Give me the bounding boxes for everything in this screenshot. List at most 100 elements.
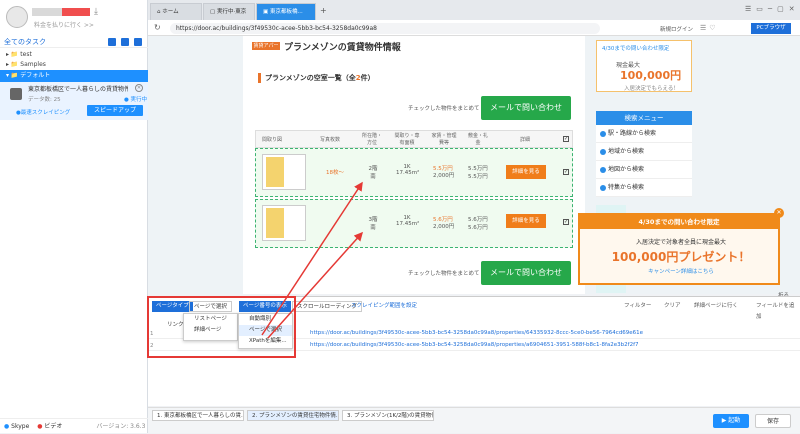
video-link[interactable]: ビデオ [44, 423, 62, 430]
scrape-range-link[interactable]: スクレイピング範囲を設定 [347, 301, 421, 312]
task-status: ● 実行中 [124, 97, 148, 103]
col-header: 敷金・礼金 [468, 133, 489, 146]
area-icon [600, 149, 606, 155]
search-by-area[interactable]: 地域から検索 [596, 143, 692, 161]
new-tab-icon[interactable]: + [320, 6, 327, 15]
pc-browser-button[interactable]: PCブラウザ [751, 23, 791, 34]
account-badge [62, 8, 90, 16]
campaign-link[interactable]: キャンペーン詳細はこちら [586, 267, 776, 275]
tab-home[interactable]: ⌂ ホーム [150, 3, 202, 20]
tab-label: 東京都板橋... [269, 9, 303, 15]
folder-default[interactable]: ▾ 📁 デフォルト [0, 70, 148, 82]
version-label: バージョン: 3.6.3 [96, 423, 146, 430]
search-by-station[interactable]: 駅・路線から検索 [596, 125, 692, 143]
task-close-icon[interactable]: ✕ [135, 84, 143, 92]
col-header: 間取り・専有面積 [394, 133, 420, 146]
folder-label: デフォルト [20, 72, 51, 79]
floor-direction: 3階 南 [368, 217, 378, 231]
col-header: 詳細 [520, 137, 531, 143]
task-name: 東京都板橋区で一人暮らしの賃貸物件一覧... [28, 86, 128, 93]
check-note: チェックした物件をまとめて [408, 106, 480, 112]
train-icon [600, 131, 606, 137]
campaign-text: 入居決定で対象者全員に現金最大 [635, 239, 726, 246]
speed-up-button[interactable]: スピードアップ [87, 105, 143, 116]
check-note: チェックした物件をまとめて [408, 271, 480, 277]
fee-value: 2,000円 [433, 224, 455, 230]
fast-scrape-link[interactable]: ●最速スクレイピング [16, 108, 70, 116]
detail-button[interactable]: 詳細を見る [506, 165, 546, 179]
mail-inquiry-button[interactable]: メールで問い合わせ [481, 96, 571, 120]
menu-icons[interactable]: ☰♡ [700, 24, 719, 32]
promo-deadline: 4/30までの問い合わせ限定 [602, 46, 670, 52]
detail-button[interactable]: 詳細を見る [506, 214, 546, 228]
floorplan-thumb [266, 157, 284, 187]
floor-direction: 2階 南 [368, 166, 378, 180]
fee-value: 2,000円 [433, 173, 455, 179]
refresh-icon[interactable]: ↻ [154, 23, 161, 32]
col-header: 写真枚数 [320, 137, 341, 143]
import-task-icon[interactable] [121, 38, 129, 46]
select-all-checkbox[interactable]: ✓ [563, 136, 569, 142]
row-checkbox[interactable]: ✓ [563, 169, 569, 175]
goto-detail-button[interactable]: 詳細ページに行く [690, 301, 742, 312]
sidebar-footer: ● Skype ● ビデオ バージョン: 3.6.3 [0, 418, 148, 433]
layout-area: 1K 17.45m² [396, 215, 420, 227]
list-title-text: プランメゾンの空室一覧（全 [265, 74, 356, 82]
video-icon[interactable]: ● [37, 423, 42, 430]
add-task-icon[interactable] [108, 38, 116, 46]
search-by-map[interactable]: 地図から検索 [596, 161, 692, 179]
mail-inquiry-button[interactable]: メールで問い合わせ [481, 261, 571, 285]
window-controls[interactable]: ☰▭─▢✕ [745, 5, 800, 13]
col-header: 所在階・方位 [362, 133, 383, 146]
start-button[interactable]: ▶ 起動 [713, 414, 749, 428]
folder-label: test [20, 51, 32, 58]
task-robot-icon [10, 88, 22, 100]
filter-button[interactable]: フィルター [620, 301, 655, 312]
avatar[interactable] [6, 6, 28, 28]
skype-icon[interactable]: ● [4, 423, 9, 430]
tab-active[interactable]: ▣ 東京都板橋... [256, 3, 316, 20]
promo-amount: 100,000円 [620, 69, 682, 82]
export-task-icon[interactable] [134, 38, 142, 46]
tab-label: ホーム [162, 9, 179, 15]
clear-button[interactable]: クリア [660, 301, 685, 312]
step-tabs [148, 407, 800, 433]
vacancy-list-title: プランメゾンの空室一覧（全2件） [258, 73, 375, 83]
folder-label: Samples [20, 61, 46, 68]
skype-link[interactable]: Skype [11, 423, 29, 430]
add-field-button[interactable]: フィールドを追加 [752, 301, 800, 320]
campaign-amount: 100,000円プレゼント！ [611, 250, 751, 264]
url-input[interactable]: https://door.ac/buildings/3f49530c-acee-… [170, 23, 600, 34]
step-tab-1[interactable]: 1. 東京都板橋区で一人暮らしの賃... [152, 410, 244, 421]
search-by-feature[interactable]: 特集から検索 [596, 179, 692, 197]
save-button[interactable]: 保存 [755, 414, 791, 428]
feature-icon [600, 185, 606, 191]
list-title-suffix: 件） [360, 74, 375, 82]
deposit-value: 5.5万円 5.5万円 [468, 166, 488, 180]
step-tab-2[interactable]: 2. プランメゾンの賃貸住宅物件情... [247, 410, 339, 421]
folder-test[interactable]: ▸ 📁 test [0, 50, 148, 60]
login-link[interactable]: 新規ログイン [660, 25, 693, 33]
col-header: 家賃・管理費等 [431, 133, 457, 146]
folder-samples[interactable]: ▸ 📁 Samples [0, 60, 148, 70]
tab-label: 実行中·東京 [216, 9, 247, 15]
task-data-count: データ数: 25 [28, 97, 61, 103]
layout-area: 1K 17.45m² [396, 164, 420, 176]
download-icon[interactable]: ⤓ [94, 7, 104, 17]
tab-running[interactable]: ▢ 実行中·東京 [203, 3, 255, 20]
col-header: 間取り図 [262, 137, 283, 143]
search-menu-title: 検索メニュー [596, 111, 692, 125]
highlight-annotation [147, 296, 296, 358]
campaign-title: 4/30までの問い合わせ限定 [580, 215, 778, 229]
photo-count: 18枚〜 [326, 170, 344, 176]
row-checkbox[interactable]: ✓ [563, 219, 569, 225]
close-icon[interactable]: ✕ [774, 208, 784, 218]
category-badge: 賃貸アパート [252, 42, 280, 57]
pay-fee-link[interactable]: 料金を払りに行く >> [34, 20, 94, 29]
step-tab-3[interactable]: 3. プランメゾン(1K/2階)の賃貸物件... [342, 410, 434, 421]
page-title: プランメゾンの賃貸物件情報 [284, 43, 401, 53]
promo-note: 入居決定でもらえる！ [624, 86, 679, 92]
deposit-value: 5.6万円 5.6万円 [468, 217, 488, 231]
floorplan-thumb [266, 208, 284, 238]
map-icon [600, 167, 606, 173]
